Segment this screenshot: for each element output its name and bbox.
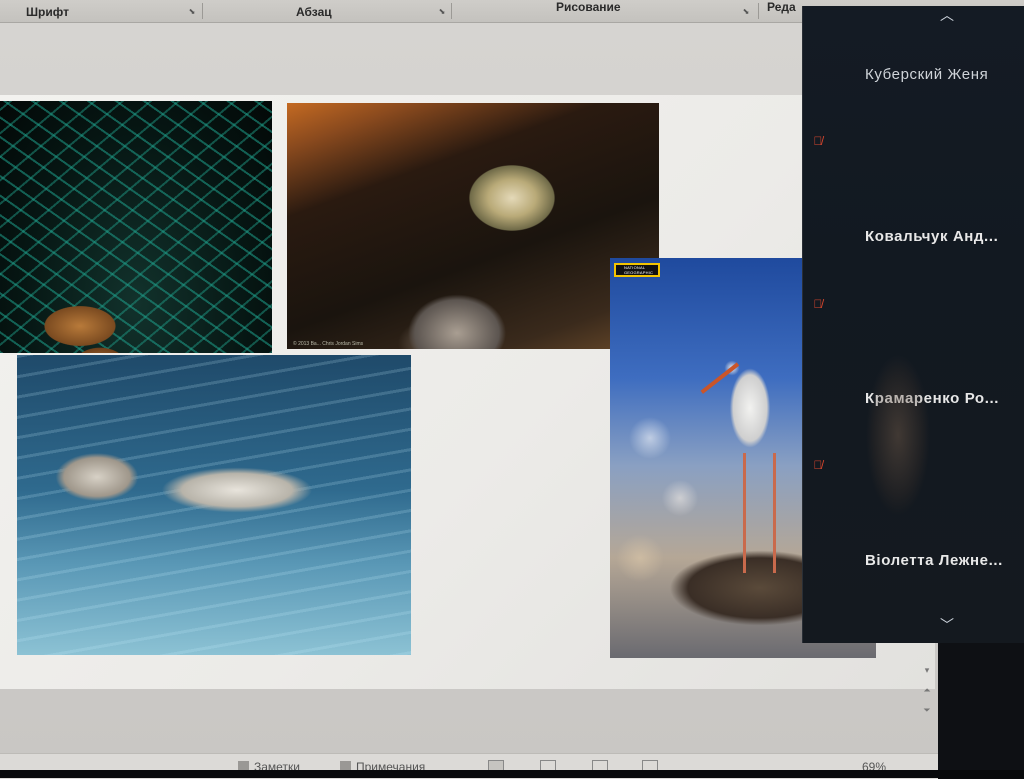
turtle-in-net-photo[interactable] (0, 101, 272, 353)
screen-bezel-bottom (0, 770, 1024, 778)
participants-panel: ︿ Куберский Женя 🎙̸ Ковальчук Анд... 🎙̸ … (802, 6, 1024, 643)
ribbon-group-font: Шрифт (26, 5, 69, 19)
stork-beak (700, 362, 740, 394)
drawing-dialog-launcher-icon[interactable]: ⬊ (741, 7, 751, 16)
logo-line-2: GEOGRAPHIC (624, 270, 654, 275)
font-dialog-launcher-icon[interactable]: ⬊ (187, 7, 197, 16)
ribbon-separator (202, 3, 203, 19)
stork-leg (773, 453, 776, 573)
bird-in-plastic-ring-photo[interactable]: © 2013 Ba... Chris Jordan Sims (287, 103, 659, 349)
vertical-scrollbar[interactable]: ▾ ⏶ ⏷ (918, 662, 936, 732)
mic-muted-icon: 🎙̸ (813, 458, 823, 472)
stork-leg (743, 453, 746, 573)
chevron-up-icon[interactable]: ︿ (936, 8, 958, 22)
participant-name: Куберский Женя (865, 66, 989, 83)
ribbon-group-paragraph: Абзац (296, 5, 332, 19)
national-geographic-logo: NATIONAL GEOGRAPHIC (614, 263, 660, 277)
mic-muted-icon: 🎙̸ (813, 134, 823, 148)
participant-name: Крамаренко Ро... (865, 390, 1000, 407)
screen-bezel-right (938, 643, 1024, 778)
ribbon-separator (758, 3, 759, 19)
participant-name: Віолетта Лежне... (865, 552, 1003, 569)
chevron-down-icon[interactable]: ﹀ (936, 618, 958, 632)
ribbon-separator (451, 3, 452, 19)
next-slide-icon[interactable]: ⏷ (918, 702, 936, 718)
ribbon-group-drawing: Рисование (556, 0, 621, 14)
scroll-down-icon[interactable]: ▾ (918, 662, 936, 678)
mic-muted-icon: 🎙̸ (813, 297, 823, 311)
previous-slide-icon[interactable]: ⏶ (918, 682, 936, 698)
ribbon-group-editing: Реда (767, 0, 796, 14)
paragraph-dialog-launcher-icon[interactable]: ⬊ (437, 7, 447, 16)
participant-name: Ковальчук Анд... (865, 228, 999, 245)
photo-caption: © 2013 Ba... Chris Jordan Sims (293, 341, 364, 347)
seal-with-net-photo[interactable] (17, 355, 411, 655)
